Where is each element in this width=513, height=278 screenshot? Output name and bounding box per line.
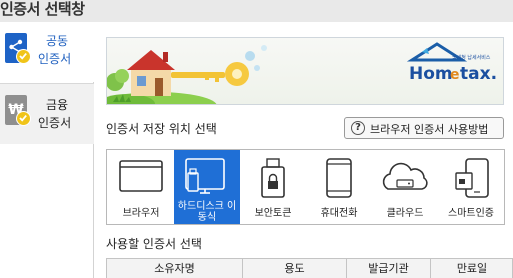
- storage-option-label: 클라우드: [386, 208, 424, 219]
- cloud-icon: [372, 155, 438, 201]
- storage-option-label: 스마트인증: [448, 208, 494, 219]
- check-badge-icon: [16, 49, 31, 64]
- security-token-icon: [240, 155, 306, 201]
- storage-option-browser[interactable]: 브라우저: [108, 150, 174, 224]
- storage-option-smart-auth[interactable]: 스마트인증: [438, 150, 504, 224]
- window-title: 인증서 선택창: [0, 0, 85, 18]
- storage-option-label: 브라우저: [122, 208, 160, 219]
- column-header-issuer[interactable]: 발급기관: [347, 259, 431, 278]
- cert-table-section-title: 사용할 인증서 선택: [106, 237, 202, 251]
- check-badge-icon: [16, 111, 31, 126]
- storage-option-label: 휴대전화: [320, 208, 358, 219]
- storage-option-hard-disk[interactable]: 하드디스크 이동식: [174, 150, 240, 224]
- svg-text:국세청 납세서비스: 국세청 납세서비스: [452, 54, 491, 61]
- banner-illustration: Hom e tax. 국세청 납세서비스: [107, 38, 503, 104]
- svg-text:Hom: Hom: [409, 64, 453, 84]
- cert-table-header: 소유자명 용도 발급기관 만료일: [106, 258, 513, 278]
- svg-text:tax.: tax.: [460, 64, 497, 84]
- help-button-label: 브라우저 인증서 사용방법: [370, 123, 489, 136]
- storage-section-title: 인증서 저장 위치 선택: [106, 122, 217, 136]
- sidebar-item-joint-cert[interactable]: 공동 인증서: [0, 22, 94, 82]
- column-header-owner[interactable]: 소유자명: [107, 259, 243, 278]
- window-titlebar: 인증서 선택창: [0, 0, 513, 22]
- sidebar-item-label-line2: 인증서: [38, 52, 72, 66]
- storage-option-security-token[interactable]: 보안토큰: [240, 150, 306, 224]
- sidebar-item-financial-cert[interactable]: ₩ 금융 인증서: [0, 84, 94, 144]
- hometax-banner: Hom e tax. 국세청 납세서비스: [106, 37, 504, 105]
- question-icon: ?: [351, 121, 365, 135]
- mobile-phone-icon: [306, 155, 372, 201]
- svg-text:e: e: [450, 67, 460, 83]
- browser-window-icon: [108, 155, 174, 201]
- hard-disk-usb-icon: [174, 155, 240, 201]
- column-header-expiry[interactable]: 만료일: [431, 259, 513, 278]
- cert-type-sidebar: 공동 인증서 ₩ 금융 인증서: [0, 22, 94, 278]
- sidebar-item-label-line2: 인증서: [38, 116, 72, 130]
- storage-option-mobile[interactable]: 휴대전화: [306, 150, 372, 224]
- storage-option-label: 하드디스크 이동식: [177, 201, 237, 223]
- storage-option-cloud[interactable]: 클라우드: [372, 150, 438, 224]
- browser-cert-help-button[interactable]: ? 브라우저 인증서 사용방법: [344, 117, 504, 139]
- sidebar-item-label-line1: 공동: [46, 34, 69, 48]
- smart-auth-icon: [438, 155, 504, 201]
- storage-option-label: 보안토큰: [254, 208, 292, 219]
- storage-location-selector: 브라우저 하드디스크 이동식 보안토큰 휴대전화 클라우드 스마트인증: [106, 149, 505, 225]
- sidebar-item-label-line1: 금융: [46, 98, 69, 112]
- column-header-purpose[interactable]: 용도: [243, 259, 347, 278]
